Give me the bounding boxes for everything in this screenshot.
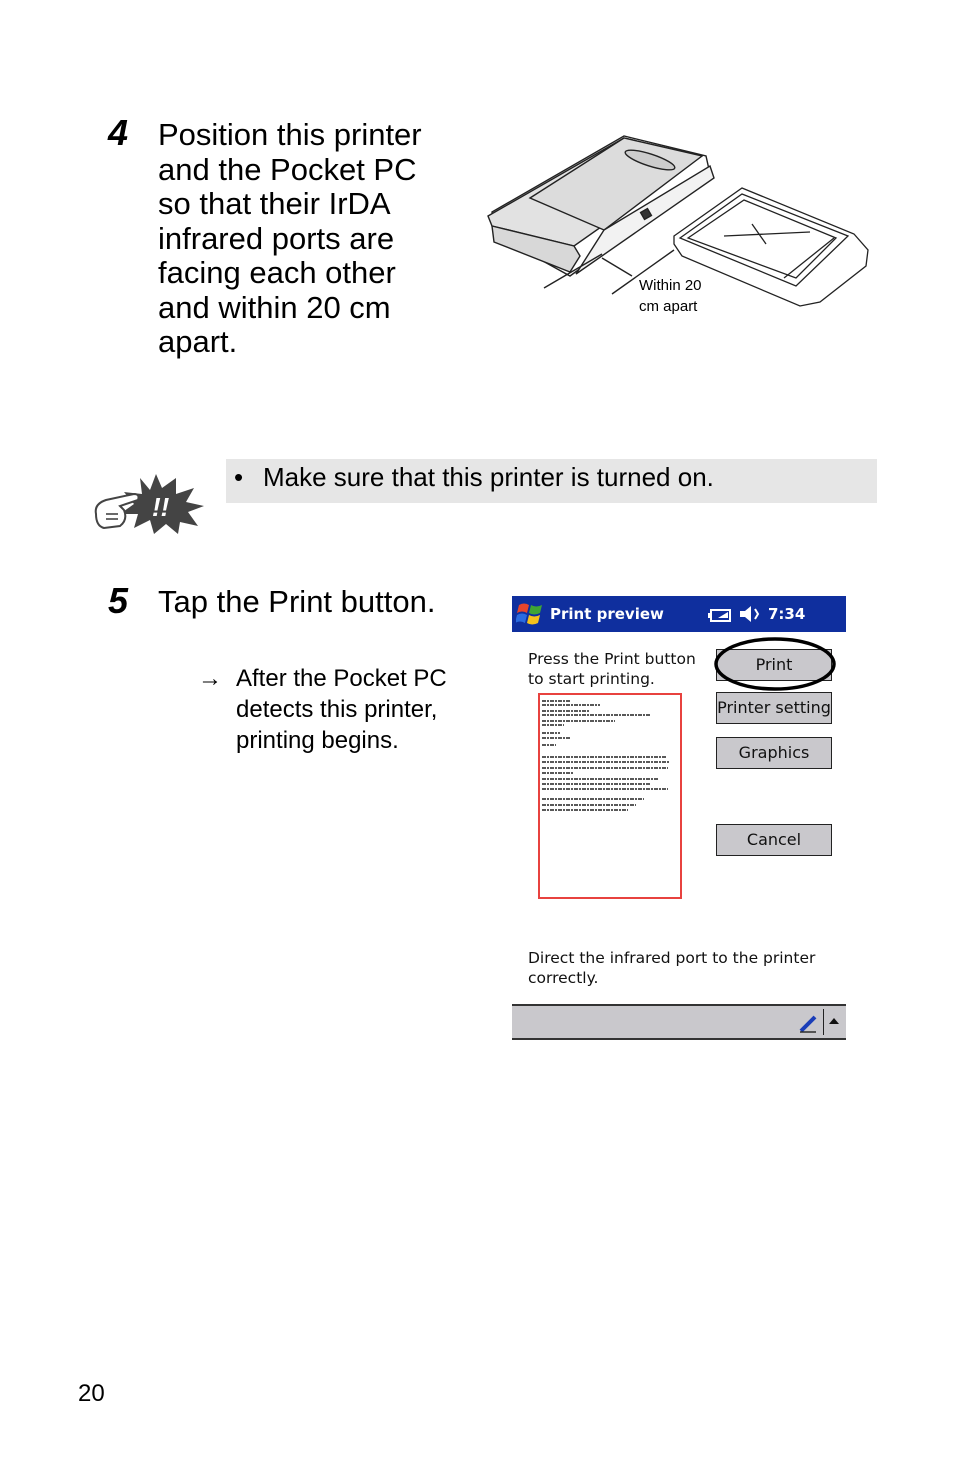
- status-message: Direct the infrared port to the printer …: [528, 949, 816, 987]
- note-bullet: •: [234, 462, 244, 492]
- title-bar: Print preview 7:34: [512, 596, 846, 632]
- speaker-icon[interactable]: [738, 604, 762, 624]
- step-5-result-text: After the Pocket PC detects this printer…: [236, 665, 447, 754]
- preview-text-lines: [542, 700, 670, 811]
- windows-start-icon[interactable]: [516, 600, 546, 628]
- graphics-button[interactable]: Graphics: [716, 737, 832, 769]
- note-text: Make sure that this printer is turned on…: [263, 462, 714, 492]
- pocketpc-screen: Print preview 7:34 Press the Print butto…: [512, 596, 846, 1042]
- step-number-4: 4: [108, 112, 129, 153]
- clock-time: 7:34: [768, 605, 806, 623]
- instruction-text: Press the Print button to start printing…: [528, 650, 696, 688]
- pointing-hand-exclamation-icon: !!: [94, 474, 204, 534]
- menu-bar: [512, 1004, 846, 1040]
- cancel-button[interactable]: Cancel: [716, 824, 832, 856]
- distance-label: Within 20 cm apart: [639, 277, 702, 315]
- svg-text:!!: !!: [152, 492, 170, 522]
- pocketpc-icon: [673, 187, 869, 307]
- step-4-text: Position this printer and the Pocket PC …: [158, 117, 422, 359]
- window-title: Print preview: [550, 605, 664, 623]
- result-arrow-icon: →: [198, 665, 222, 692]
- sip-arrow-up-icon[interactable]: [828, 1016, 840, 1026]
- step-5-text: Tap the Print button.: [158, 584, 436, 619]
- step-number-5: 5: [108, 580, 129, 621]
- print-preview-page: [538, 693, 682, 899]
- note-box: • Make sure that this printer is turned …: [226, 459, 877, 503]
- pen-input-icon[interactable]: [798, 1012, 818, 1034]
- battery-icon: [708, 609, 731, 622]
- menu-bar-divider: [823, 1009, 824, 1035]
- page-number: 20: [78, 1380, 105, 1407]
- printer-setting-button[interactable]: Printer setting: [716, 692, 832, 724]
- highlight-ellipse: [714, 637, 836, 691]
